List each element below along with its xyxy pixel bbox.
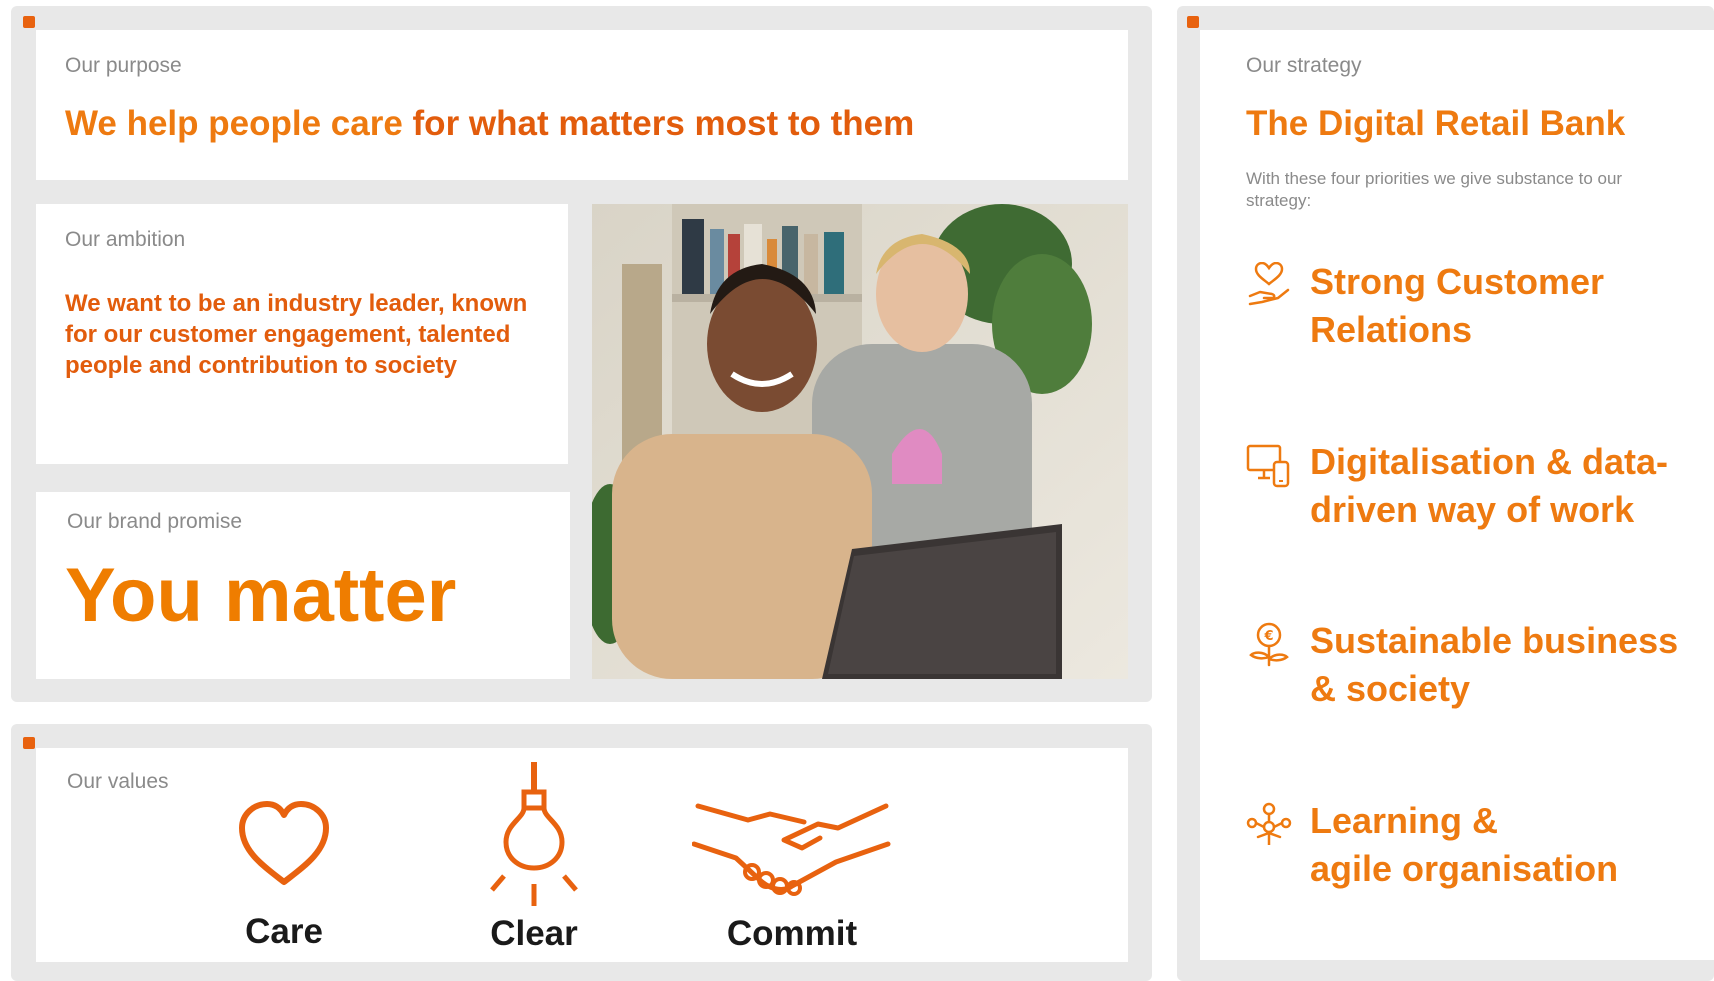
strategy-item-sustainable: € Sustainable business & society — [1246, 617, 1678, 713]
purpose-statement: We help people care for what matters mos… — [65, 104, 914, 144]
ambition-card: Our ambition We want to be an industry l… — [36, 204, 568, 464]
people-network-icon — [1246, 802, 1292, 845]
strategy-item-digitalisation: Digitalisation & data- driven way of wor… — [1246, 438, 1668, 534]
strategy-title: The Digital Retail Bank — [1246, 104, 1626, 143]
strategy-item-line1: Digitalisation & data- — [1310, 441, 1669, 482]
hero-photo — [592, 204, 1128, 679]
strategy-item-line2: driven way of work — [1310, 489, 1635, 530]
value-label: Care — [245, 912, 323, 951]
section-marker — [23, 737, 35, 749]
ambition-text: We want to be an industry leader, known … — [65, 290, 528, 379]
purpose-text-part2: for what matters most to them — [412, 104, 915, 143]
strategy-item-learning: Learning & agile organisation — [1246, 797, 1618, 893]
values-label: Our values — [67, 770, 169, 793]
hand-heart-icon — [1248, 262, 1290, 306]
value-label: Commit — [726, 914, 858, 953]
ambition-label: Our ambition — [65, 228, 186, 251]
section-marker — [23, 16, 35, 28]
purpose-label: Our purpose — [65, 54, 182, 77]
value-clear: Clear — [474, 760, 594, 954]
heart-icon — [239, 801, 329, 885]
strategy-item-line1: Sustainable business — [1310, 620, 1679, 661]
strategy-item-line1: Learning & — [1310, 800, 1499, 841]
strategy-item-line2: agile organisation — [1310, 848, 1619, 889]
value-care: Care — [224, 800, 344, 952]
lightbulb-icon — [490, 762, 578, 906]
devices-icon — [1246, 444, 1290, 488]
strategy-item-customer-relations: Strong Customer Relations — [1246, 258, 1604, 354]
purpose-text-part1: We help people care — [65, 104, 413, 143]
section-marker — [1187, 16, 1199, 28]
strategy-item-line2: Relations — [1310, 309, 1473, 350]
strategy-label: Our strategy — [1246, 54, 1362, 77]
value-commit: Commit — [692, 800, 892, 954]
brand-promise-text: You matter — [65, 553, 457, 638]
strategy-subtitle: With these four priorities we give subst… — [1246, 169, 1623, 210]
purpose-card: Our purpose We help people care for what… — [36, 30, 1128, 180]
strategy-item-line1: Strong Customer — [1310, 261, 1605, 302]
brand-promise-label: Our brand promise — [67, 510, 243, 533]
svg-text:€: € — [1263, 629, 1273, 644]
value-label: Clear — [490, 914, 578, 953]
strategy-item-line2: & society — [1310, 668, 1471, 709]
handshake-icon — [692, 803, 891, 896]
brand-promise-card: Our brand promise You matter — [36, 492, 570, 679]
euro-plant-icon: € — [1249, 622, 1289, 667]
people-with-laptop-illustration — [592, 204, 1128, 679]
